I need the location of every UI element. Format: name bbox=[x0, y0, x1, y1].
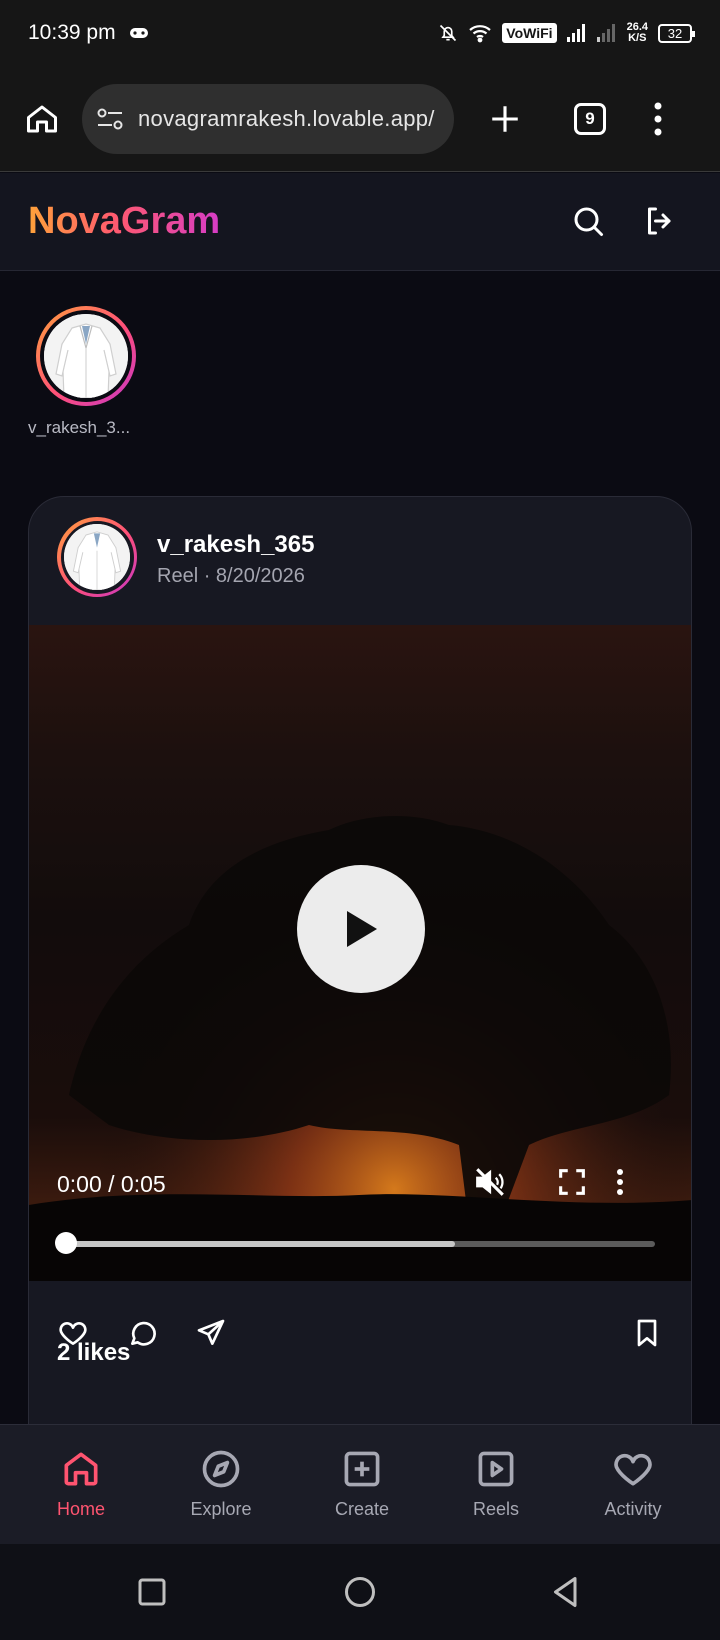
status-bar: 10:39 pm VoWiFi 26.4 K/S 32 bbox=[0, 0, 720, 66]
post-username[interactable]: v_rakesh_365 bbox=[157, 531, 314, 559]
story-username: v_rakesh_3... bbox=[28, 418, 131, 437]
avatar bbox=[44, 314, 128, 398]
comment-icon[interactable] bbox=[127, 1317, 159, 1349]
address-bar[interactable]: novagramrakesh.lovable.app/ bbox=[82, 83, 454, 154]
compass-icon bbox=[202, 1450, 240, 1488]
home-icon bbox=[64, 1452, 98, 1486]
status-right: VoWiFi 26.4 K/S 32 bbox=[438, 22, 695, 44]
nav-explore-label: Explore bbox=[190, 1499, 252, 1519]
mute-icon[interactable] bbox=[473, 1165, 507, 1199]
plus-square-icon bbox=[344, 1451, 380, 1487]
nav-reels[interactable]: Reels bbox=[441, 1447, 551, 1520]
recents-icon[interactable] bbox=[134, 1574, 170, 1610]
progress-thumb[interactable] bbox=[55, 1232, 77, 1254]
nav-reels-label: Reels bbox=[472, 1499, 520, 1519]
post-meta: Reel · 8/20/2026 bbox=[157, 565, 305, 587]
story-item[interactable]: v_rakesh_3... bbox=[28, 306, 144, 438]
browser-home-icon[interactable] bbox=[24, 101, 60, 137]
system-nav-bar bbox=[0, 1544, 720, 1640]
share-icon[interactable] bbox=[195, 1317, 227, 1349]
play-icon bbox=[347, 911, 377, 947]
signal-weak-icon bbox=[596, 24, 615, 42]
post-avatar[interactable] bbox=[57, 517, 137, 597]
bookmark-icon[interactable] bbox=[631, 1317, 663, 1349]
progress-buffer bbox=[67, 1241, 456, 1247]
app-header: NovaGram bbox=[0, 173, 720, 271]
avatar bbox=[64, 524, 130, 590]
play-button[interactable] bbox=[297, 865, 425, 993]
wifi-icon bbox=[469, 25, 492, 43]
nav-activity[interactable]: Activity bbox=[578, 1447, 688, 1520]
bottom-nav: Home Explore Create Reels Activity bbox=[0, 1424, 720, 1544]
nav-activity-label: Activity bbox=[604, 1499, 662, 1519]
status-left: 10:39 pm bbox=[28, 21, 148, 45]
nav-home-label: Home bbox=[56, 1499, 105, 1519]
nav-create-label: Create bbox=[334, 1499, 390, 1519]
progress-track[interactable] bbox=[67, 1241, 655, 1247]
search-icon[interactable] bbox=[570, 203, 606, 239]
story-ring bbox=[36, 306, 136, 406]
tab-switcher-button[interactable]: 9 bbox=[574, 102, 606, 135]
vowifi-badge: VoWiFi bbox=[502, 23, 557, 43]
likes-count[interactable]: 2 likes bbox=[57, 1339, 130, 1367]
site-settings-icon[interactable] bbox=[96, 107, 124, 131]
status-time: 10:39 pm bbox=[28, 21, 116, 44]
bell-off-icon bbox=[440, 24, 457, 42]
nav-explore[interactable]: Explore bbox=[166, 1447, 276, 1520]
heart-icon bbox=[614, 1453, 652, 1486]
story-ring-gap bbox=[40, 310, 132, 402]
net-speed: 26.4 K/S bbox=[627, 22, 648, 44]
video-player[interactable]: 0:00 / 0:05 bbox=[29, 625, 691, 1281]
nav-home[interactable]: Home bbox=[26, 1447, 136, 1520]
browser-toolbar: novagramrakesh.lovable.app/ 9 bbox=[0, 66, 720, 172]
gamepad-icon bbox=[129, 28, 148, 38]
fullscreen-icon[interactable] bbox=[555, 1165, 589, 1199]
back-icon[interactable] bbox=[548, 1574, 584, 1610]
play-square-icon bbox=[478, 1451, 514, 1487]
post-card: v_rakesh_365 Reel · 8/20/2026 0:00 / 0:0… bbox=[28, 496, 692, 1496]
url-text: novagramrakesh.lovable.app/ bbox=[138, 105, 435, 131]
brand-logo[interactable]: NovaGram bbox=[28, 200, 220, 243]
battery-indicator: 32 bbox=[658, 23, 695, 43]
video-time: 0:00 / 0:05 bbox=[57, 1171, 166, 1197]
logout-icon[interactable] bbox=[642, 203, 678, 239]
post-avatar-gap bbox=[60, 520, 134, 594]
video-more-icon[interactable] bbox=[603, 1165, 637, 1199]
net-speed-unit: K/S bbox=[628, 32, 647, 44]
home-circle-icon[interactable] bbox=[342, 1574, 378, 1610]
nav-create[interactable]: Create bbox=[307, 1447, 417, 1520]
more-vert-icon[interactable] bbox=[654, 102, 662, 136]
signal-icon bbox=[566, 24, 585, 42]
new-tab-icon[interactable] bbox=[488, 102, 522, 136]
post-header: v_rakesh_365 Reel · 8/20/2026 bbox=[29, 497, 691, 625]
